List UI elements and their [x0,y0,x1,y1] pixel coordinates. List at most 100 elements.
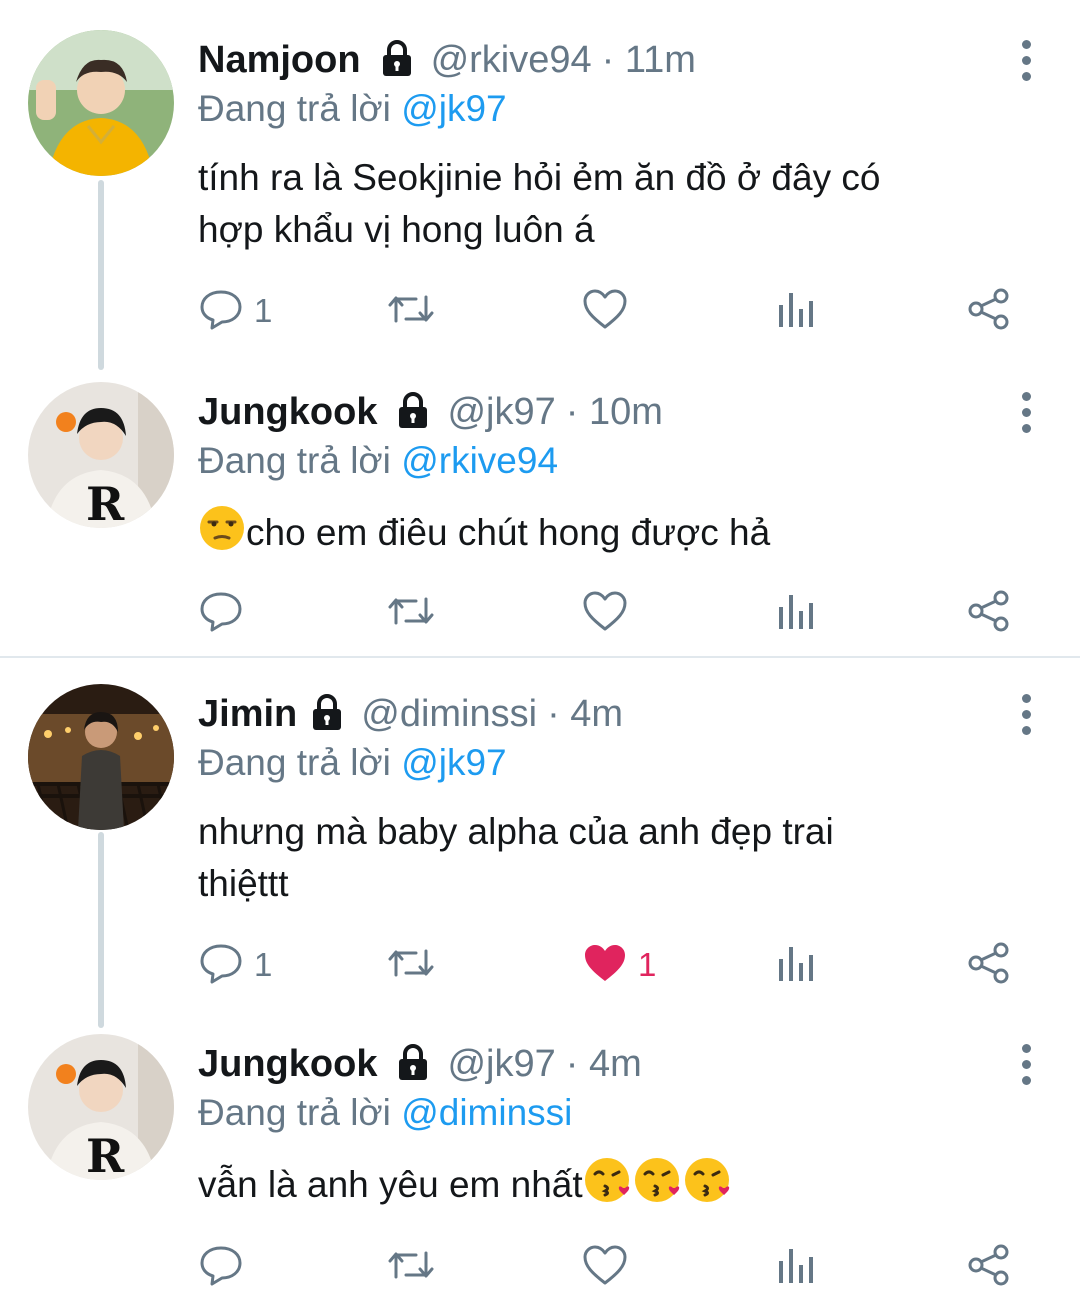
reply-icon [198,941,244,990]
analytics-icon [776,287,816,336]
tweet-text-content: cho em điêu chút hong được hả [246,511,771,553]
tweet[interactable]: R Jungkook @jk97 · 4m Đang trả lời @dimi… [0,1034,1080,1308]
reply-prefix: Đang trả lời [198,1092,391,1133]
heart-filled-icon [582,941,628,990]
tweet-text: nhưng mà baby alpha của anh đẹp trai thi… [198,806,1018,910]
reply-button[interactable] [198,588,254,638]
timestamp[interactable]: · 10m [566,391,663,434]
reply-count: 1 [254,292,273,329]
user-handle[interactable]: @jk97 [447,391,555,434]
retweet-icon [386,941,436,990]
retweet-button[interactable] [386,286,436,336]
reply-context: Đang trả lời @jk97 [198,742,507,784]
share-icon [966,589,1012,638]
lock-icon [393,1042,433,1087]
share-icon [966,941,1012,990]
analytics-icon [776,1243,816,1292]
reply-count: 1 [254,946,273,983]
tweet-text-line: cho em điêu chút hong được hả [198,504,1018,566]
avatar[interactable] [28,30,174,176]
share-button[interactable] [966,940,1012,990]
heart-icon [582,1243,628,1292]
tweet-text: tính ra là Seokjinie hỏi ẻm ăn đồ ở đây … [198,152,1018,256]
display-name[interactable]: Jungkook [198,1043,377,1086]
display-name[interactable]: Jimin [198,693,297,736]
reply-context: Đang trả lời @rkive94 [198,440,558,482]
mention-link[interactable]: @rkive94 [401,440,558,481]
reply-prefix: Đang trả lời [198,88,391,129]
reply-icon [198,287,244,336]
retweet-button[interactable] [386,588,436,638]
like-button[interactable] [582,1242,628,1292]
display-name[interactable]: Jungkook [198,391,377,434]
reply-prefix: Đang trả lời [198,742,391,783]
more-vertical-icon[interactable] [1014,40,1038,100]
lock-icon [307,692,347,737]
more-vertical-icon[interactable] [1014,392,1038,452]
reply-icon [198,589,244,638]
analytics-button[interactable] [776,1242,816,1292]
like-button[interactable] [582,588,628,638]
user-handle[interactable]: @jk97 [447,1043,555,1086]
reply-button[interactable] [198,1242,254,1292]
tweet-text-line: hợp khẩu vị hong luôn á [198,209,595,250]
tweet-text-line: nhưng mà baby alpha của anh đẹp trai [198,811,834,852]
mention-link[interactable]: @jk97 [401,742,506,783]
analytics-button[interactable] [776,286,816,336]
tweet[interactable]: R Jungkook @jk97 · 10m Đang trả lời @rki… [0,382,1080,652]
kissing-face-emoji [583,1156,633,1218]
tweet-text: vẫn là anh yêu em nhất [198,1156,1018,1218]
mention-link[interactable]: @diminssi [401,1092,572,1133]
retweet-icon [386,287,436,336]
retweet-icon [386,1243,436,1292]
tweet-text-line: tính ra là Seokjinie hỏi ẻm ăn đồ ở đây … [198,157,881,198]
avatar[interactable]: R [28,382,174,528]
mention-link[interactable]: @jk97 [401,88,506,129]
retweet-button[interactable] [386,940,436,990]
tweet-actions [198,1242,1028,1292]
tweet[interactable]: Namjoon @rkive94 · 11m Đang trả lời @jk9… [0,30,1080,360]
timestamp[interactable]: · 11m [602,39,696,82]
more-vertical-icon[interactable] [1014,694,1038,754]
reply-context: Đang trả lời @diminssi [198,1092,572,1134]
share-button[interactable] [966,286,1012,336]
retweet-button[interactable] [386,1242,436,1292]
display-name[interactable]: Namjoon [198,39,361,82]
user-handle[interactable]: @diminssi [361,693,537,736]
unamused-face-emoji [198,504,246,566]
lock-icon [377,38,417,83]
reply-button[interactable]: 1 [198,940,272,990]
avatar[interactable]: R [28,1034,174,1180]
heart-icon [582,287,628,336]
tweet-text: cho em điêu chút hong được hả [198,504,1018,566]
tweet-text-line: vẫn là anh yêu em nhất [198,1156,1018,1218]
kissing-face-emoji [683,1156,733,1218]
like-button[interactable] [582,286,628,336]
timestamp[interactable]: · 4m [566,1043,642,1086]
avatar[interactable] [28,684,174,830]
more-vertical-icon[interactable] [1014,1044,1038,1104]
tweet-divider [0,656,1080,658]
reply-button[interactable]: 1 [198,286,272,336]
like-button[interactable]: 1 [582,940,656,990]
share-button[interactable] [966,1242,1012,1292]
tweet[interactable]: Jimin @diminssi · 4m Đang trả lời @jk97 … [0,684,1080,1004]
timestamp[interactable]: · 4m [547,693,623,736]
user-handle[interactable]: @rkive94 [431,39,592,82]
tweet-actions: 1 [198,286,1028,336]
tweet-actions [198,588,1028,638]
share-icon [966,287,1012,336]
heart-icon [582,589,628,638]
tweet-text-content: vẫn là anh yêu em nhất [198,1163,583,1205]
share-button[interactable] [966,588,1012,638]
like-count: 1 [638,946,657,983]
reply-prefix: Đang trả lời [198,440,391,481]
analytics-button[interactable] [776,588,816,638]
svg-text:R: R [86,1129,125,1180]
analytics-button[interactable] [776,940,816,990]
svg-text:R: R [86,477,125,528]
analytics-icon [776,589,816,638]
lock-icon [393,390,433,435]
reply-context: Đang trả lời @jk97 [198,88,507,130]
kissing-face-emoji [633,1156,683,1218]
